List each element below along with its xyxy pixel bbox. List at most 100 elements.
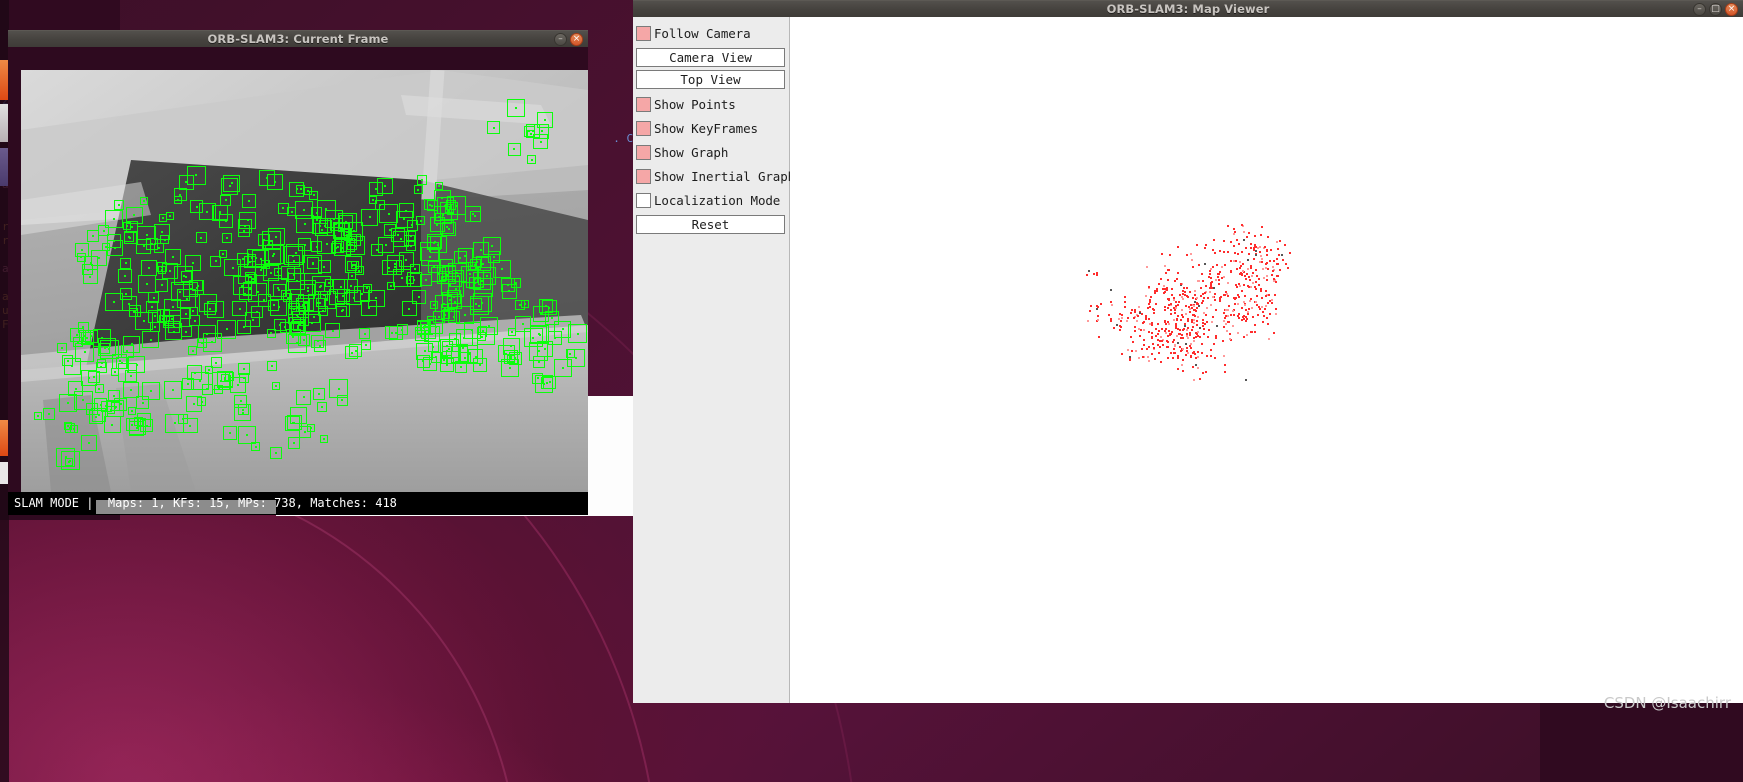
panel-checkbox-localization-mode[interactable]: Localization Mode [636, 188, 786, 212]
map-point [1147, 356, 1150, 359]
map-point [1253, 324, 1256, 327]
panel-checkbox-show-keyframes[interactable]: Show KeyFrames [636, 116, 786, 140]
map-point [1265, 263, 1268, 266]
map-point [1167, 322, 1170, 325]
map-point [1121, 313, 1124, 316]
map-point [1237, 253, 1240, 256]
orb-keypoint [155, 278, 169, 292]
map-point [1134, 350, 1137, 353]
map-point [1133, 317, 1136, 320]
panel-checkbox-show-inertial-graph[interactable]: Show Inertial Graph [636, 164, 795, 188]
orb-keypoint [433, 189, 451, 207]
checkbox-icon[interactable] [636, 144, 651, 160]
panel-button-top-view[interactable]: Top View [636, 70, 785, 89]
orb-keypoint [332, 240, 345, 253]
checkbox-icon[interactable] [636, 25, 651, 41]
orb-keypoint [514, 299, 525, 310]
orb-keypoint [238, 224, 251, 237]
orb-keypoint [313, 339, 326, 352]
panel-button-camera-view[interactable]: Camera View [636, 48, 785, 67]
minimize-icon[interactable]: – [554, 33, 567, 46]
map-point [1259, 251, 1262, 254]
panel-checkbox-follow-camera[interactable]: Follow Camera [636, 21, 786, 45]
map-point [1247, 275, 1250, 278]
orb-keypoint [268, 299, 280, 311]
map-3d-canvas[interactable] [790, 17, 1743, 703]
map-point [1251, 315, 1254, 318]
map-viewer-titlebar[interactable]: ORB-SLAM3: Map Viewer – □ × [633, 0, 1743, 17]
map-point [1181, 334, 1184, 337]
map-point [1121, 317, 1124, 320]
map-point [1199, 287, 1202, 290]
minimize-icon[interactable]: – [1693, 3, 1706, 16]
map-point [1233, 245, 1236, 248]
panel-checkbox-show-graph[interactable]: Show Graph [636, 140, 786, 164]
map-point [1283, 243, 1286, 246]
map-point [1215, 279, 1218, 282]
map-point [1159, 278, 1162, 281]
map-point [1167, 356, 1170, 359]
map-point [1173, 312, 1176, 315]
checkbox-icon[interactable] [636, 192, 651, 208]
map-point [1184, 293, 1187, 296]
pangolin-control-panel[interactable]: Follow Camera Camera View Top View Show Poi… [633, 17, 795, 703]
checkbox-icon[interactable] [636, 120, 651, 136]
map-point [1236, 332, 1239, 335]
map-point [1220, 276, 1223, 279]
map-point [1230, 259, 1233, 262]
map-point [1193, 315, 1196, 318]
checkbox-icon[interactable] [636, 168, 651, 184]
map-point [1150, 295, 1153, 298]
map-point [1191, 329, 1194, 332]
map-point [1181, 308, 1184, 311]
map-point [1255, 280, 1258, 283]
map-point [1176, 328, 1179, 331]
map-point [1173, 309, 1176, 312]
map-point [1261, 225, 1264, 228]
map-viewer-title: ORB-SLAM3: Map Viewer [1106, 2, 1270, 16]
checkbox-icon[interactable] [636, 96, 651, 112]
current-frame-titlebar[interactable]: ORB-SLAM3: Current Frame – × [8, 30, 588, 47]
map-point [1147, 285, 1150, 288]
orb-keypoint [92, 407, 107, 422]
close-icon[interactable]: × [1725, 3, 1738, 16]
map-point [1278, 239, 1281, 242]
map-point [1249, 286, 1252, 289]
panel-checkbox-show-points[interactable]: Show Points [636, 92, 786, 116]
map-viewer-window-controls[interactable]: – □ × [1693, 3, 1738, 16]
map-point [1219, 249, 1222, 252]
map-point [1120, 352, 1123, 355]
map-point [1142, 321, 1145, 324]
maximize-icon[interactable]: □ [1709, 3, 1722, 16]
current-frame-window[interactable]: ORB-SLAM3: Current Frame – × SLAM MODE |… [8, 30, 588, 515]
orb-keypoint [178, 414, 189, 425]
map-point [1227, 320, 1230, 323]
orb-keypoint [142, 331, 160, 349]
orb-keypoint [307, 423, 316, 432]
map-point [1255, 294, 1258, 297]
map-point [1264, 289, 1267, 292]
map-point [1242, 336, 1245, 339]
map-point [1134, 311, 1137, 314]
map-point [1245, 247, 1248, 250]
map-point [1227, 305, 1230, 308]
map-viewer-window[interactable]: ORB-SLAM3: Map Viewer – □ × Follow Camer… [633, 0, 1743, 703]
map-point [1233, 251, 1236, 254]
map-point [1144, 315, 1147, 318]
map-point [1196, 319, 1199, 322]
panel-button-reset[interactable]: Reset [636, 215, 785, 234]
map-point [1181, 313, 1184, 316]
map-point [1234, 283, 1237, 286]
map-point [1194, 356, 1197, 359]
background-scrollbar[interactable] [96, 500, 276, 514]
map-point [1201, 273, 1204, 276]
map-point [1172, 298, 1175, 301]
map-point [1157, 283, 1160, 286]
current-frame-window-controls[interactable]: – × [554, 33, 583, 46]
map-point [1242, 231, 1245, 234]
map-point [1237, 294, 1240, 297]
orb-keypoint [64, 422, 73, 431]
map-point [1186, 328, 1189, 331]
map-point [1196, 296, 1199, 299]
close-icon[interactable]: × [570, 33, 583, 46]
